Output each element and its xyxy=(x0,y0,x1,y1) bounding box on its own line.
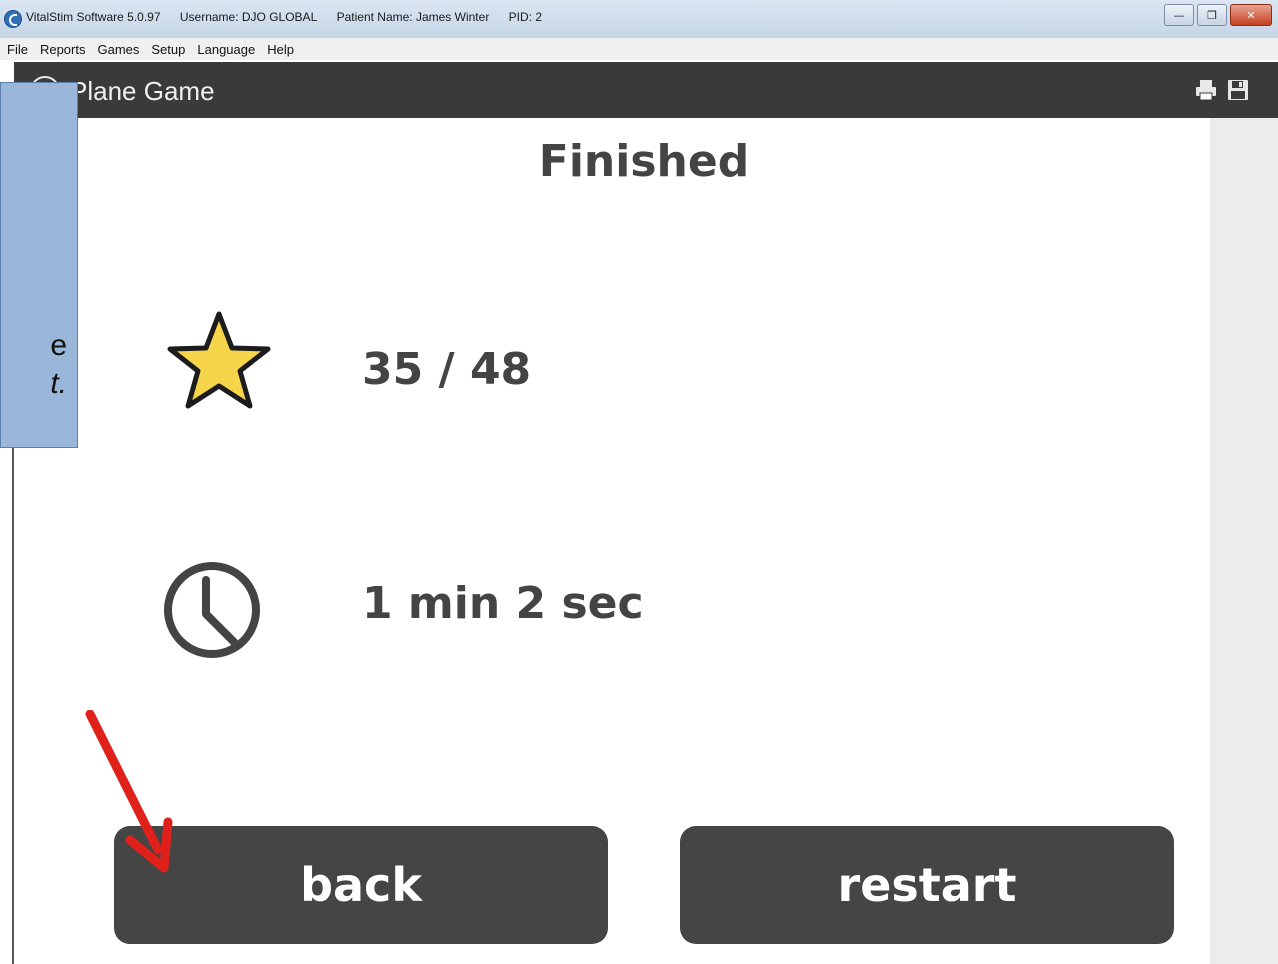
restore-icon: ❐ xyxy=(1207,8,1217,22)
menu-reports[interactable]: Reports xyxy=(35,42,91,57)
callout-box: e t. xyxy=(0,82,78,448)
menu-bar: File Reports Games Setup Language Help xyxy=(0,38,1278,60)
close-icon: ✕ xyxy=(1246,8,1256,22)
page-title: Plane Game xyxy=(70,76,215,106)
score-value: 35 / 48 xyxy=(362,344,532,395)
menu-file[interactable]: File xyxy=(2,42,33,57)
pid-label: PID: 2 xyxy=(508,10,543,24)
menu-games[interactable]: Games xyxy=(92,42,144,57)
restore-button[interactable]: ❐ xyxy=(1197,4,1227,26)
menu-help[interactable]: Help xyxy=(262,42,299,57)
menu-setup[interactable]: Setup xyxy=(146,42,190,57)
minimize-button[interactable]: — xyxy=(1164,4,1194,26)
right-gutter xyxy=(1210,118,1278,964)
app-title: VitalStim Software 5.0.97 xyxy=(26,10,161,24)
save-icon[interactable] xyxy=(1226,78,1250,102)
patient-name-label: Patient Name: James Winter xyxy=(336,10,490,24)
red-arrow-icon xyxy=(85,710,173,873)
minimize-icon: — xyxy=(1173,8,1185,22)
close-button[interactable]: ✕ xyxy=(1230,4,1272,26)
finished-heading: Finished xyxy=(538,136,750,187)
restart-button[interactable]: restart xyxy=(680,826,1174,944)
clock-icon xyxy=(164,562,260,658)
print-icon[interactable] xyxy=(1194,78,1218,102)
callout-line-2: t. xyxy=(50,367,67,400)
time-value: 1 min 2 sec xyxy=(362,578,644,629)
star-icon xyxy=(167,311,271,409)
game-header: Plane Game xyxy=(14,62,1278,118)
username-label: Username: DJO GLOBAL xyxy=(179,10,318,24)
results-panel: Finished 35 / 48 1 min 2 sec back restar… xyxy=(78,118,1210,964)
app-icon xyxy=(4,10,22,28)
window-title-bar: VitalStim Software 5.0.97 Username: DJO … xyxy=(0,0,1278,39)
menu-language[interactable]: Language xyxy=(192,42,260,57)
callout-line-1: e xyxy=(50,329,67,362)
window-title: VitalStim Software 5.0.97 Username: DJO … xyxy=(26,10,558,24)
